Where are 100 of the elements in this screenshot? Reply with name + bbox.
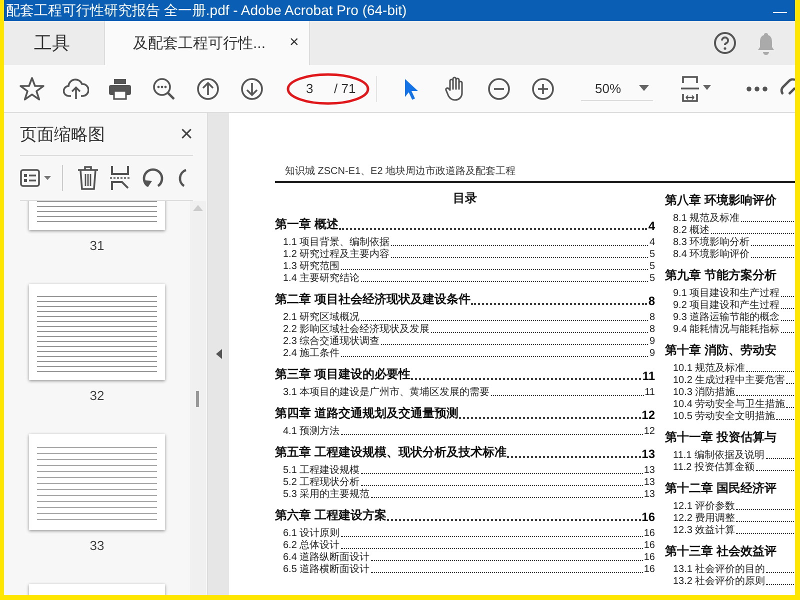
toc-section: 1.3 研究范围 (283, 261, 340, 273)
toc-chapter: 第六章 工程建设方案 (275, 507, 386, 524)
toc-page-number: 9 (649, 348, 655, 360)
toc-section: 12.2 费用调整 (673, 513, 736, 525)
page-label: 32 (90, 388, 104, 403)
toc-page-number: 16 (644, 540, 655, 552)
toc-page-number: 13 (644, 477, 655, 489)
toc-chapter: 第十章 消防、劳动安 (665, 342, 776, 359)
window-title: 配套工程可行性研究报告 全一册.pdf - Adobe Acrobat Pro (64-bit) (6, 2, 408, 20)
star-icon[interactable] (19, 76, 45, 102)
dot-leader (750, 245, 794, 246)
dot-leader (736, 521, 794, 522)
toc-section: 13.2 社会评价的原则 (673, 576, 766, 588)
toc-page-number: 12 (644, 426, 655, 438)
toc-page-number: 11 (644, 387, 655, 399)
collapse-arrow-icon[interactable] (216, 349, 222, 359)
toc-chapter: 第十三章 社会效益评 (665, 543, 776, 560)
toc-section: 10.1 规范及标准 (673, 363, 746, 375)
toc-page-number: 13 (644, 465, 655, 477)
toc-page-number: 12 (642, 408, 655, 422)
tab[interactable]: 及配套工程可行性... × (104, 21, 310, 65)
toc-section: 10.2 生成过程中主要危害 (673, 375, 786, 387)
page-label: 33 (90, 538, 104, 553)
plus-icon[interactable] (531, 76, 555, 100)
toc-section: 8.4 环境影响评价 (673, 249, 750, 261)
dot-leader (786, 383, 794, 384)
dot-leader (766, 458, 794, 459)
page-thumbnail[interactable] (29, 434, 165, 530)
document-header: 知识城 ZSCN-E1、E2 地块周边市政道路及配套工程 (285, 166, 516, 177)
delete-page-button[interactable] (77, 166, 99, 190)
toc-section: 2.1 研究区域概况 (283, 312, 360, 324)
toc-page-number: 5 (649, 261, 655, 273)
toc-section: 11.2 投资估算金额 (673, 462, 754, 474)
page-label: 31 (90, 238, 104, 253)
toc-section: 6.5 道路横断面设计 (283, 564, 370, 576)
toc-section: 2.2 影响区域社会经济现状及发展 (283, 324, 430, 336)
close-panel-button[interactable]: × (180, 121, 193, 147)
minimize-button[interactable]: — (769, 2, 791, 18)
toc-section: 9.1 项目建设和生产过程 (673, 288, 780, 300)
page-total: / 71 (334, 81, 356, 96)
toc-page-number: 8 (648, 294, 655, 308)
toc-section: 2.4 施工条件 (283, 348, 340, 360)
panel-title: 页面缩略图 (20, 124, 105, 146)
page-number-field[interactable]: 3 (306, 81, 330, 96)
toc-section: 12.3 效益计算 (673, 525, 736, 537)
more-icon[interactable] (746, 86, 768, 92)
dot-leader (736, 395, 794, 396)
dot-leader (736, 533, 794, 534)
toc-page-number: 5 (649, 249, 655, 261)
toc-chapter: 第二章 项目社会经济现状及建设条件 (275, 291, 470, 308)
toc-page-number: 8 (649, 324, 655, 336)
toc-section: 10.3 消防措施 (673, 387, 736, 399)
thumbnail-options-button[interactable] (20, 168, 52, 188)
toc-page-number: 13 (642, 447, 655, 461)
toc-section: 1.1 项目背景、编制依据 (283, 237, 390, 249)
dot-leader (776, 419, 794, 420)
toc-section: 9.4 能耗情况与能耗指标 (673, 324, 780, 336)
scrollbar[interactable] (190, 201, 206, 595)
dot-leader (756, 470, 794, 471)
zoom-dropdown[interactable]: 50% (581, 76, 654, 100)
toc-page-number: 9 (649, 336, 655, 348)
toc-section: 5.3 采用的主要规范 (283, 489, 370, 501)
toc-chapter: 第三章 项目建设的必要性 (275, 366, 410, 383)
toc-page-number: 4 (649, 237, 655, 249)
toc-page-number: 16 (642, 510, 655, 524)
dot-leader (740, 221, 794, 222)
help-icon[interactable] (713, 31, 737, 55)
minus-icon[interactable] (487, 76, 511, 100)
search-icon[interactable] (152, 76, 176, 100)
toc-section: 6.2 总体设计 (283, 540, 340, 552)
toc-section: 11.1 编制依据及说明 (673, 450, 764, 462)
rotate-left-button[interactable] (141, 166, 165, 190)
page-thumbnail[interactable] (29, 284, 165, 380)
toc-page-number: 8 (649, 312, 655, 324)
dot-leader (746, 371, 794, 372)
toc-chapter: 第十二章 国民经济评 (665, 480, 776, 497)
toc-section: 1.4 主要研究结论 (283, 273, 360, 285)
toc-page-number: 5 (649, 273, 655, 285)
toc-section: 13.1 社会评价的目的 (673, 564, 766, 576)
dot-leader (750, 257, 794, 258)
dot-leader (780, 296, 794, 297)
dot-leader (766, 572, 794, 573)
insert-page-button[interactable] (109, 166, 131, 190)
cloud-upload-icon[interactable] (63, 76, 89, 100)
toc-chapter: 第九章 节能方案分析 (665, 267, 776, 284)
toc-section: 6.1 设计原则 (283, 528, 340, 540)
toc-chapter: 第八章 环境影响评价 (665, 192, 776, 209)
toc-page-number: 11 (642, 369, 655, 383)
toc-chapter: 第五章 工程建设规模、现状分析及技术标准 (275, 444, 506, 461)
toc-page-number: 13 (644, 489, 655, 501)
toc-chapter: 第一章 概述 (275, 216, 338, 233)
toc-chapter: 第四章 道路交通规划及交通量预测 (275, 405, 458, 422)
caret-icon[interactable] (639, 85, 650, 91)
printer-icon[interactable] (108, 76, 132, 100)
toc-section: 4.1 预测方法 (283, 426, 340, 438)
toc-section: 9.2 项目建设和产生过程 (673, 300, 780, 312)
toc-section: 2.3 综合交通现状调查 (283, 336, 380, 348)
toc-page-number: 16 (644, 528, 655, 540)
toc-page-number: 4 (648, 219, 655, 233)
tab[interactable]: 工具 (4, 21, 104, 65)
